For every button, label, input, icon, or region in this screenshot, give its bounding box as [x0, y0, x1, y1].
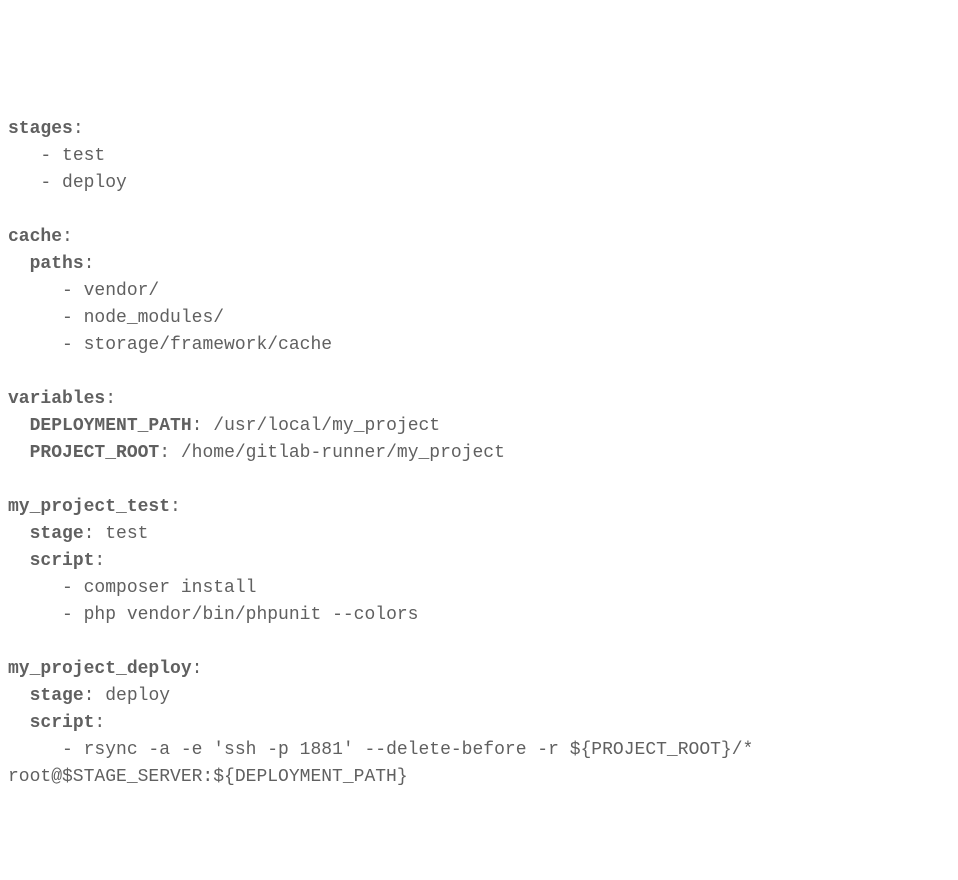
stages-item: test	[62, 146, 105, 166]
cache-path-item: vendor/	[84, 281, 160, 301]
job-deploy-script-key: script	[30, 713, 95, 733]
var-project-root-key: PROJECT_ROOT	[30, 443, 160, 463]
cache-paths-key: paths	[30, 254, 84, 274]
colon: :	[159, 443, 170, 463]
stages-item: deploy	[62, 173, 127, 193]
cache-path-item: node_modules/	[84, 308, 224, 328]
stages-key: stages	[8, 119, 73, 139]
colon: :	[170, 497, 181, 517]
colon: :	[62, 227, 73, 247]
colon: :	[73, 119, 84, 139]
colon: :	[105, 389, 116, 409]
cache-key: cache	[8, 227, 62, 247]
job-test-script-item: composer install	[84, 578, 257, 598]
colon: :	[84, 254, 95, 274]
var-deployment-path-key: DEPLOYMENT_PATH	[30, 416, 192, 436]
cache-path-item: storage/framework/cache	[84, 335, 332, 355]
job-test-stage-key: stage	[30, 524, 84, 544]
job-deploy-script-line1: rsync -a -e 'ssh -p 1881' --delete-befor…	[84, 740, 754, 760]
job-deploy-script-line2: root@$STAGE_SERVER:${DEPLOYMENT_PATH}	[8, 767, 408, 787]
var-deployment-path-val: /usr/local/my_project	[213, 416, 440, 436]
job-deploy-stage-val: deploy	[105, 686, 170, 706]
colon: :	[84, 524, 95, 544]
job-deploy-name: my_project_deploy	[8, 659, 192, 679]
colon: :	[192, 416, 203, 436]
colon: :	[94, 551, 105, 571]
variables-key: variables	[8, 389, 105, 409]
colon: :	[94, 713, 105, 733]
job-test-script-key: script	[30, 551, 95, 571]
colon: :	[84, 686, 95, 706]
colon: :	[192, 659, 203, 679]
job-deploy-stage-key: stage	[30, 686, 84, 706]
var-project-root-val: /home/gitlab-runner/my_project	[181, 443, 505, 463]
job-test-name: my_project_test	[8, 497, 170, 517]
job-test-stage-val: test	[105, 524, 148, 544]
job-test-script-item: php vendor/bin/phpunit --colors	[84, 605, 419, 625]
